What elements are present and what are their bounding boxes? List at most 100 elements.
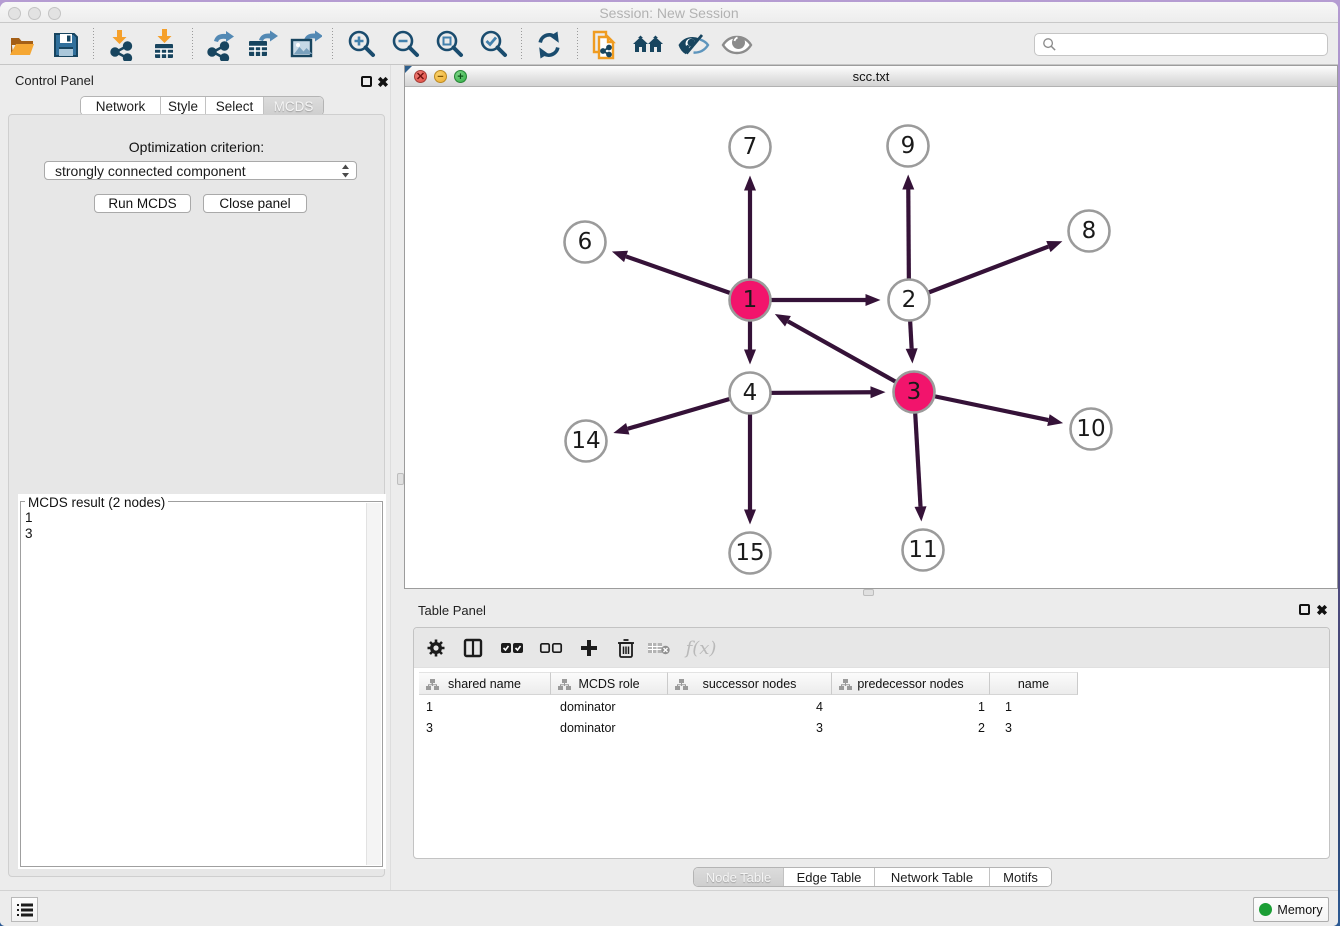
column-header-shared-name[interactable]: shared name	[419, 672, 551, 695]
window-title: Session: New Session	[0, 5, 1338, 21]
graph-edge-arrowhead	[613, 423, 629, 435]
tab-select[interactable]: Select	[206, 97, 264, 115]
export-network-button[interactable]	[202, 27, 238, 63]
search-icon	[1042, 37, 1057, 52]
column-label: predecessor nodes	[857, 677, 963, 691]
table-panel-float-button[interactable]	[1299, 604, 1310, 615]
table-panel-title: Table Panel	[418, 603, 486, 618]
vertical-splitter-handle[interactable]	[397, 473, 404, 485]
export-table-button[interactable]	[244, 27, 280, 63]
graph-node-label: 14	[571, 428, 600, 454]
zoom-selected-button[interactable]	[476, 27, 512, 63]
search-field[interactable]	[1034, 33, 1328, 56]
column-header-predecessor-nodes[interactable]: predecessor nodes	[832, 672, 990, 695]
mcds-result-panel: MCDS result (2 nodes) 13	[18, 494, 386, 869]
optimization-criterion-select[interactable]: strongly connected component	[44, 161, 357, 180]
zoom-fit-button[interactable]	[432, 27, 468, 63]
table-row[interactable]: 3 dominator 3 2 3	[415, 717, 1075, 738]
graph-node-label: 9	[901, 133, 916, 159]
select-chevrons-icon	[341, 164, 350, 178]
columns-icon	[463, 638, 483, 658]
task-history-button[interactable]	[11, 897, 38, 922]
table-panel-box: f(x) shared name MCDS role successor	[413, 627, 1330, 859]
close-panel-button[interactable]: Close panel	[203, 194, 307, 213]
add-row-button[interactable]	[573, 632, 605, 664]
column-header-successor-nodes[interactable]: successor nodes	[668, 672, 832, 695]
delete-table-button[interactable]	[643, 632, 675, 664]
function-builder-button[interactable]: f(x)	[681, 632, 721, 664]
zoom-out-button[interactable]	[388, 27, 424, 63]
zoom-out-icon	[390, 29, 422, 61]
memory-status-icon	[1259, 903, 1272, 916]
show-all-button[interactable]	[719, 27, 755, 63]
save-session-icon	[52, 31, 80, 59]
graph-edge-arrowhead	[744, 350, 756, 365]
delete-row-button[interactable]	[610, 632, 642, 664]
memory-button[interactable]: Memory	[1253, 897, 1329, 922]
column-header-mcds-role[interactable]: MCDS role	[551, 672, 668, 695]
tab-mcds[interactable]: MCDS	[264, 97, 323, 115]
checked-boxes-icon	[500, 640, 524, 656]
table-panel-close-button[interactable]: ✖	[1315, 603, 1329, 617]
tab-motifs[interactable]: Motifs	[990, 868, 1051, 886]
mcds-result-fieldset: MCDS result (2 nodes) 13	[20, 501, 383, 867]
new-network-from-selection-button[interactable]	[587, 27, 623, 63]
list-icon	[17, 903, 33, 917]
column-label: name	[1018, 677, 1049, 691]
deselect-all-button[interactable]	[535, 632, 567, 664]
export-table-icon	[245, 28, 279, 62]
mcds-result-list[interactable]: 13	[25, 510, 33, 542]
trash-icon	[617, 638, 635, 658]
graph-node-label: 7	[743, 134, 758, 160]
save-session-button[interactable]	[48, 27, 84, 63]
tab-style[interactable]: Style	[161, 97, 206, 115]
export-image-button[interactable]	[287, 27, 323, 63]
tab-network-table[interactable]: Network Table	[875, 868, 990, 886]
column-label: shared name	[448, 677, 521, 691]
control-panel-close-button[interactable]: ✖	[376, 75, 390, 89]
import-table-button[interactable]	[146, 27, 182, 63]
cell-shared-name: 3	[426, 717, 546, 738]
tab-edge-table[interactable]: Edge Table	[784, 868, 875, 886]
open-file-icon	[7, 30, 37, 60]
cell-mcds-role: dominator	[560, 717, 668, 738]
run-mcds-button[interactable]: Run MCDS	[94, 194, 191, 213]
control-panel-float-button[interactable]	[361, 76, 372, 87]
cell-mcds-role: dominator	[560, 696, 668, 717]
graph-edge-arrowhead	[915, 506, 927, 521]
tab-node-table[interactable]: Node Table	[694, 868, 784, 886]
search-input[interactable]	[1061, 37, 1327, 52]
network-window-titlebar[interactable]: ✕ − + scc.txt	[405, 66, 1337, 87]
hide-selected-icon	[676, 28, 710, 62]
show-column-button[interactable]	[457, 632, 489, 664]
zoom-selected-icon	[478, 29, 510, 61]
column-header-name[interactable]: name	[990, 672, 1078, 695]
table-tabs: Node Table Edge Table Network Table Moti…	[693, 867, 1052, 887]
delete-table-icon	[647, 640, 671, 656]
graph-edge-arrowhead	[1046, 241, 1062, 252]
zoom-in-button[interactable]	[344, 27, 380, 63]
graph-edge[interactable]	[909, 247, 1048, 300]
fx-icon: f(x)	[686, 638, 717, 659]
control-panel-title: Control Panel	[15, 73, 94, 88]
graph-node-label: 3	[907, 379, 922, 405]
graph-edge-arrowhead	[775, 314, 791, 327]
graph-edge-arrowhead	[1047, 414, 1063, 426]
column-settings-button[interactable]	[420, 632, 452, 664]
table-row[interactable]: 1 dominator 4 1 1	[415, 696, 1075, 717]
network-graph-canvas[interactable]: 1234678910111415	[405, 88, 1337, 588]
mcds-result-scrollbar[interactable]	[366, 503, 381, 865]
graph-node-label: 8	[1082, 218, 1097, 244]
open-file-button[interactable]	[4, 27, 40, 63]
graph-node-label: 10	[1076, 416, 1105, 442]
tab-network[interactable]: Network	[81, 97, 161, 115]
main-toolbar	[0, 24, 1338, 65]
import-network-button[interactable]	[102, 27, 138, 63]
hide-selected-button[interactable]	[675, 27, 711, 63]
graph-edge-arrowhead	[744, 176, 756, 191]
window-titlebar: Session: New Session	[0, 2, 1338, 23]
plus-icon	[579, 638, 599, 658]
first-neighbors-button[interactable]	[630, 27, 666, 63]
apply-layout-button[interactable]	[531, 27, 567, 63]
select-all-button[interactable]	[496, 632, 528, 664]
